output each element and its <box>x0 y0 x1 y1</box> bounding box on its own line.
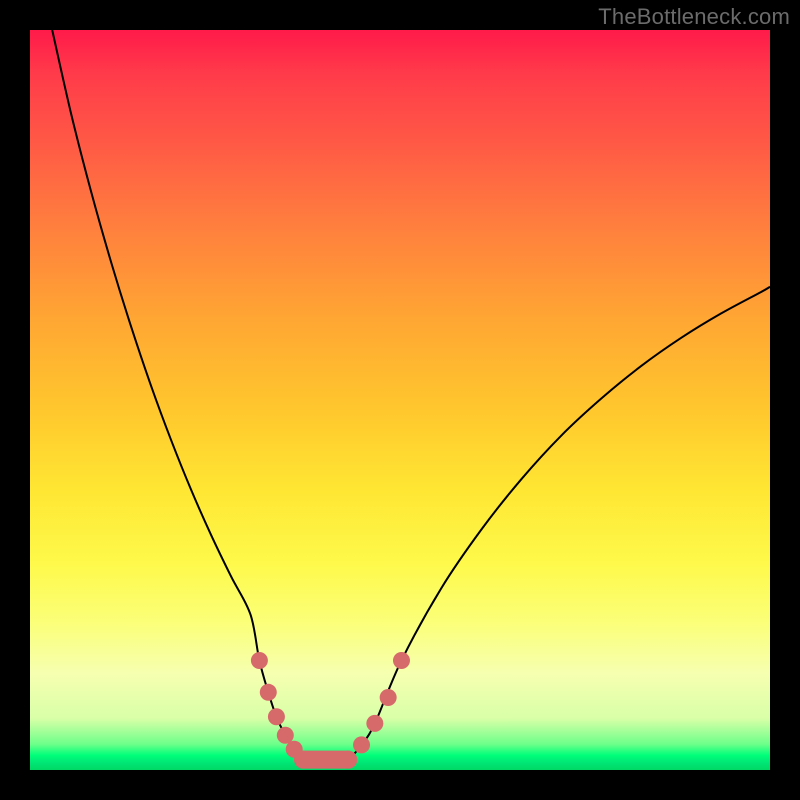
bead-marker <box>393 652 410 669</box>
plot-area <box>30 30 770 770</box>
bead-marker <box>277 727 294 744</box>
bead-marker <box>339 751 357 769</box>
beads-right <box>353 652 410 753</box>
beads-left <box>251 652 303 758</box>
bead-marker <box>353 736 370 753</box>
chart-frame: TheBottleneck.com <box>0 0 800 800</box>
bead-marker <box>380 689 397 706</box>
bead-marker <box>366 715 383 732</box>
bead-marker <box>268 708 285 725</box>
bead-marker <box>260 684 277 701</box>
watermark-text: TheBottleneck.com <box>598 4 790 30</box>
bead-marker <box>294 751 312 769</box>
bead-marker <box>251 652 268 669</box>
curve-layer <box>30 30 770 770</box>
beads-bar <box>294 751 357 769</box>
bottleneck-curve <box>52 30 770 764</box>
